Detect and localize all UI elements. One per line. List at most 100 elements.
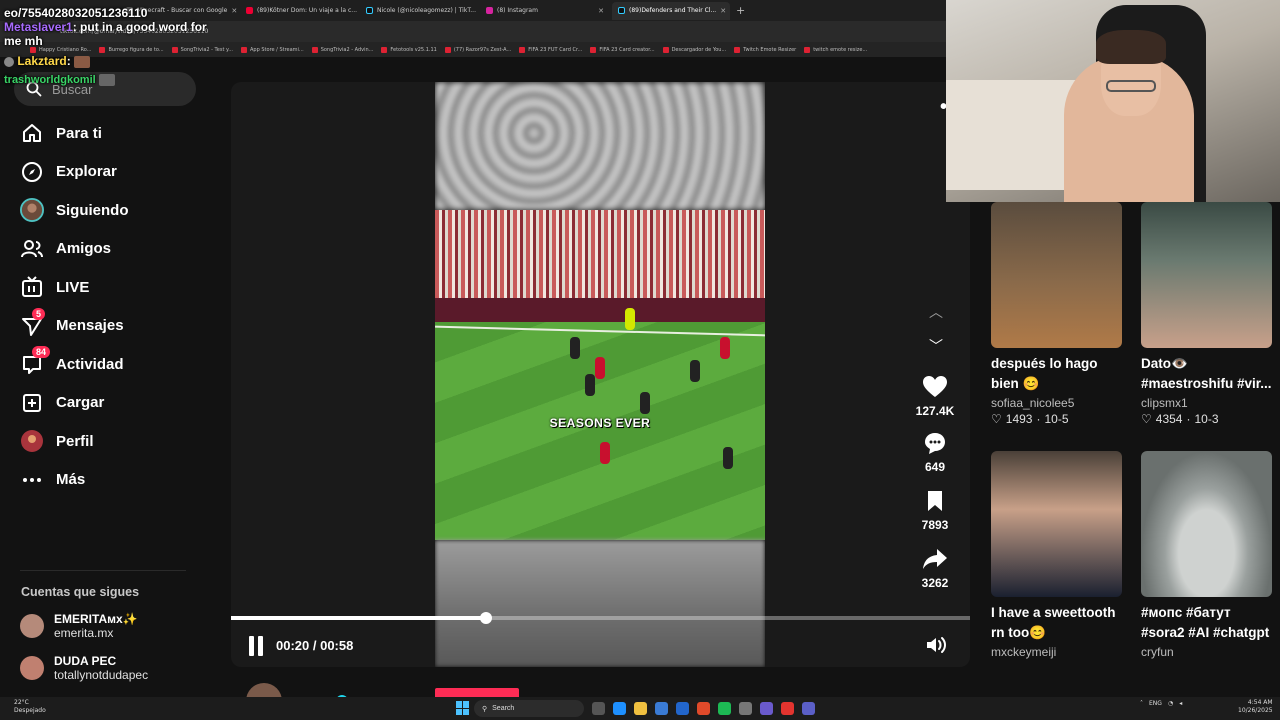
- windows-start-icon[interactable]: [456, 701, 470, 715]
- chevron-up-icon[interactable]: ˄: [1140, 700, 1143, 707]
- bookmark-item[interactable]: FIFA 23 FUT Card Cr...: [519, 46, 582, 53]
- bookmark-item[interactable]: Descargador de You...: [662, 46, 726, 53]
- nav-live[interactable]: LIVE: [20, 268, 129, 307]
- video-time: 00:20 / 00:58: [276, 638, 354, 653]
- chat-badge-icon: [4, 56, 14, 67]
- browser-tab[interactable]: (8) Instagram ✕: [480, 2, 610, 20]
- browser-tab[interactable]: (89)Kötner Dom: Un viaje a la c...✕: [240, 2, 358, 20]
- weather-temp: 22°C: [14, 699, 29, 706]
- tab-label: (89)Defenders and Their Cl...: [629, 7, 717, 14]
- bookmark-label: FIFA 23 Card creator...: [599, 46, 655, 53]
- browser-tab[interactable]: Nicole (@nicoleagomezz) | TikT...✕: [360, 2, 478, 20]
- following-account[interactable]: EMERITAмx✨ emerita.mx: [20, 612, 138, 640]
- music-icon[interactable]: [781, 702, 794, 715]
- friends-icon: [20, 237, 44, 261]
- bookmark-item[interactable]: twitch emote resize...: [804, 46, 868, 53]
- discord-icon[interactable]: [760, 702, 773, 715]
- save-button[interactable]: 7893: [913, 488, 957, 532]
- bookmark-item[interactable]: (77) Razor97s Zest-A...: [444, 46, 511, 53]
- nav-label: Mensajes: [56, 317, 124, 335]
- nav-perfil[interactable]: Perfil: [20, 422, 129, 461]
- system-tray: ˄ ENG ◔ ◂: [1140, 700, 1182, 707]
- following-title: Cuentas que sigues: [21, 585, 140, 599]
- bookmark-item[interactable]: FIFA 23 Card creator...: [590, 46, 655, 53]
- avatar-icon: [20, 198, 44, 223]
- close-icon[interactable]: ✕: [598, 7, 604, 15]
- volume-icon[interactable]: ◂: [1179, 700, 1182, 707]
- chat-url-line: eo/7554028032051236110: [4, 6, 148, 20]
- bookmark-item[interactable]: Twitch Emote Resizer: [734, 46, 796, 53]
- bookmark-item[interactable]: Fetotools v25.1.11: [381, 46, 437, 53]
- sidebar-divider: [20, 570, 186, 571]
- related-video-card[interactable]: #мопс #батут #sora2 #AI #chatgpt cryfun: [1141, 451, 1272, 659]
- close-icon[interactable]: ✕: [720, 7, 726, 15]
- share-count: 3262: [921, 576, 949, 590]
- chevron-down-icon[interactable]: ﹀: [927, 336, 945, 354]
- steam-icon[interactable]: [739, 702, 752, 715]
- store-icon[interactable]: [655, 702, 668, 715]
- bookmark-item[interactable]: SongTrivia2 - Advin...: [311, 46, 374, 53]
- task-view-icon[interactable]: [592, 702, 605, 715]
- chrome-icon[interactable]: [697, 702, 710, 715]
- video-progress-bar[interactable]: [231, 616, 970, 620]
- browser-tab-active[interactable]: (89)Defenders and Their Cl... ✕: [612, 1, 730, 20]
- related-date: 10-5: [1044, 412, 1069, 426]
- weather-widget[interactable]: 22°C Despejado: [14, 699, 46, 715]
- like-count: 127.4K: [915, 404, 955, 418]
- share-icon: [913, 546, 957, 572]
- volume-button[interactable]: [925, 635, 947, 660]
- taskbar-search-label: Search: [492, 705, 515, 712]
- comment-button[interactable]: 649: [913, 430, 957, 474]
- tab-label: Nicole (@nicoleagomezz) | TikT...: [377, 7, 476, 14]
- related-video-card[interactable]: después lo hago bien 😊 sofiaa_nicolee5 ♡…: [991, 202, 1122, 426]
- weather-desc: Despejado: [14, 707, 46, 714]
- nav-explorar[interactable]: Explorar: [20, 153, 129, 192]
- video-player[interactable]: SEASONS EVER ••• ︿ ﹀ 127.4K 649 7893 326…: [231, 82, 970, 667]
- nav-amigos[interactable]: Amigos: [20, 230, 129, 269]
- chat-username: MetasIaver1: [4, 20, 73, 34]
- live-icon: [20, 275, 44, 299]
- mail-icon[interactable]: [676, 702, 689, 715]
- football-player: [585, 374, 595, 396]
- related-title: Dato👁️ #maestroshifu #vir...: [1141, 356, 1272, 391]
- new-tab-icon[interactable]: +: [736, 4, 745, 17]
- chat-message: :: [66, 54, 71, 68]
- more-icon: [20, 468, 44, 492]
- like-button[interactable]: 127.4K: [913, 374, 957, 418]
- nav-para-ti[interactable]: Para ti: [20, 114, 129, 153]
- video-frame[interactable]: SEASONS EVER: [435, 82, 765, 667]
- nav-mas[interactable]: Más: [20, 461, 129, 500]
- nav-actividad[interactable]: 84 Actividad: [20, 345, 129, 384]
- language-indicator[interactable]: ENG: [1149, 700, 1162, 707]
- nav-mensajes[interactable]: 5 Mensajes: [20, 307, 129, 346]
- pause-button[interactable]: [249, 636, 267, 656]
- nav-cargar[interactable]: Cargar: [20, 384, 129, 423]
- share-button[interactable]: 3262: [913, 546, 957, 590]
- nav-label: Cargar: [56, 394, 105, 412]
- video-thumbnail: [1141, 451, 1272, 597]
- bookmark-label: SongTrivia2 - Advin...: [320, 46, 374, 53]
- close-icon[interactable]: ✕: [231, 7, 237, 15]
- football-player: [640, 392, 650, 414]
- related-likes: 4354: [1155, 412, 1183, 426]
- related-video-card[interactable]: I have a sweettooth rn too😊 mxckeymeiji: [991, 451, 1122, 659]
- bookmark-label: twitch emote resize...: [813, 46, 868, 53]
- spotify-icon[interactable]: [718, 702, 731, 715]
- progress-handle[interactable]: [479, 612, 492, 624]
- teams-icon[interactable]: [802, 702, 815, 715]
- system-clock[interactable]: 4:54 AM 10/26/2025: [1238, 699, 1273, 715]
- referee: [625, 308, 635, 330]
- file-explorer-icon[interactable]: [634, 702, 647, 715]
- nav-label: Más: [56, 471, 86, 489]
- edge-icon[interactable]: [613, 702, 626, 715]
- nav-siguiendo[interactable]: Siguiendo: [20, 191, 129, 230]
- football-player: [723, 447, 733, 469]
- separator: ·: [1186, 412, 1191, 426]
- bookmark-favicon-icon: [444, 46, 451, 53]
- bookmark-item[interactable]: App Store / Streami...: [241, 46, 304, 53]
- chevron-up-icon[interactable]: ︿: [927, 302, 945, 320]
- taskbar-search[interactable]: ⚲ Search: [474, 700, 584, 717]
- related-video-card[interactable]: Dato👁️ #maestroshifu #vir... clipsmx1 ♡ 4…: [1141, 202, 1272, 426]
- following-account[interactable]: DUDA PEC totallynotdudapec: [20, 654, 148, 682]
- wifi-icon[interactable]: ◔: [1168, 700, 1173, 707]
